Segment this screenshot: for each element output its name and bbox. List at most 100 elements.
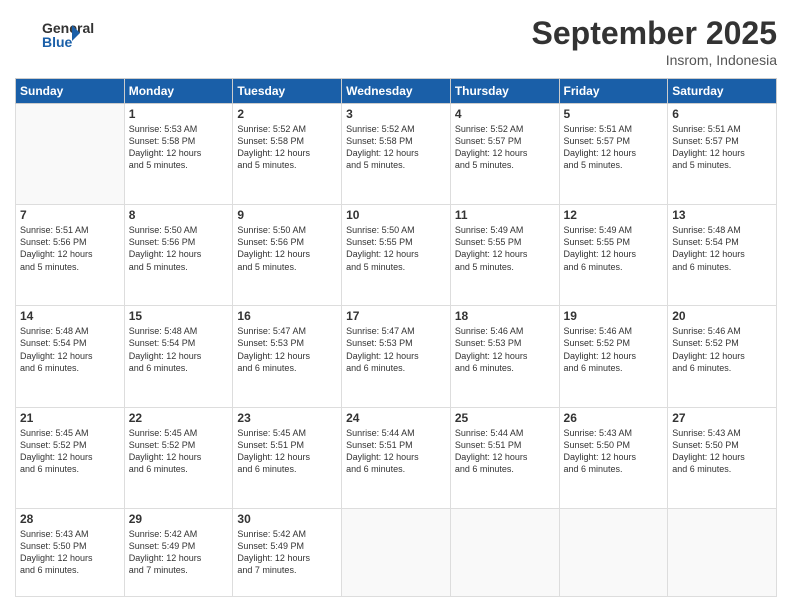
cell-info: Sunrise: 5:45 AM Sunset: 5:51 PM Dayligh… — [237, 427, 337, 476]
cell-info: Sunrise: 5:52 AM Sunset: 5:58 PM Dayligh… — [346, 123, 446, 172]
header: General Blue September 2025 Insrom, Indo… — [15, 15, 777, 68]
cell-day-number: 12 — [564, 208, 664, 222]
calendar-week-row: 28 Sunrise: 5:43 AM Sunset: 5:50 PM Dayli… — [16, 508, 777, 596]
logo: General Blue — [15, 15, 105, 55]
cell-day-number: 16 — [237, 309, 337, 323]
calendar-cell: 3 Sunrise: 5:52 AM Sunset: 5:58 PM Daylig… — [342, 104, 451, 205]
cell-info: Sunrise: 5:50 AM Sunset: 5:55 PM Dayligh… — [346, 224, 446, 273]
cell-info: Sunrise: 5:53 AM Sunset: 5:58 PM Dayligh… — [129, 123, 229, 172]
weekday-header: Monday — [124, 79, 233, 104]
cell-day-number: 7 — [20, 208, 120, 222]
calendar-cell: 9 Sunrise: 5:50 AM Sunset: 5:56 PM Daylig… — [233, 205, 342, 306]
calendar-cell — [668, 508, 777, 596]
calendar-week-row: 1 Sunrise: 5:53 AM Sunset: 5:58 PM Daylig… — [16, 104, 777, 205]
cell-info: Sunrise: 5:48 AM Sunset: 5:54 PM Dayligh… — [672, 224, 772, 273]
calendar-cell: 24 Sunrise: 5:44 AM Sunset: 5:51 PM Dayli… — [342, 407, 451, 508]
cell-info: Sunrise: 5:45 AM Sunset: 5:52 PM Dayligh… — [129, 427, 229, 476]
cell-day-number: 21 — [20, 411, 120, 425]
calendar-cell — [450, 508, 559, 596]
calendar-cell: 6 Sunrise: 5:51 AM Sunset: 5:57 PM Daylig… — [668, 104, 777, 205]
weekday-header: Thursday — [450, 79, 559, 104]
cell-day-number: 11 — [455, 208, 555, 222]
cell-info: Sunrise: 5:51 AM Sunset: 5:56 PM Dayligh… — [20, 224, 120, 273]
cell-day-number: 6 — [672, 107, 772, 121]
cell-info: Sunrise: 5:52 AM Sunset: 5:58 PM Dayligh… — [237, 123, 337, 172]
cell-info: Sunrise: 5:43 AM Sunset: 5:50 PM Dayligh… — [564, 427, 664, 476]
calendar-week-row: 14 Sunrise: 5:48 AM Sunset: 5:54 PM Dayli… — [16, 306, 777, 407]
cell-info: Sunrise: 5:42 AM Sunset: 5:49 PM Dayligh… — [129, 528, 229, 577]
month-title: September 2025 — [532, 15, 777, 52]
cell-info: Sunrise: 5:45 AM Sunset: 5:52 PM Dayligh… — [20, 427, 120, 476]
cell-info: Sunrise: 5:47 AM Sunset: 5:53 PM Dayligh… — [346, 325, 446, 374]
calendar-cell: 8Sunrise: 5:50 AM Sunset: 5:56 PM Daylig… — [124, 205, 233, 306]
cell-day-number: 18 — [455, 309, 555, 323]
calendar-cell: 14 Sunrise: 5:48 AM Sunset: 5:54 PM Dayli… — [16, 306, 125, 407]
calendar-cell: 26 Sunrise: 5:43 AM Sunset: 5:50 PM Dayli… — [559, 407, 668, 508]
calendar-cell: 12 Sunrise: 5:49 AM Sunset: 5:55 PM Dayli… — [559, 205, 668, 306]
cell-info: Sunrise: 5:46 AM Sunset: 5:52 PM Dayligh… — [564, 325, 664, 374]
calendar-cell: 1 Sunrise: 5:53 AM Sunset: 5:58 PM Daylig… — [124, 104, 233, 205]
calendar-week-row: 21 Sunrise: 5:45 AM Sunset: 5:52 PM Dayli… — [16, 407, 777, 508]
cell-info: Sunrise: 5:44 AM Sunset: 5:51 PM Dayligh… — [455, 427, 555, 476]
cell-info: Sunrise: 5:52 AM Sunset: 5:57 PM Dayligh… — [455, 123, 555, 172]
cell-day-number: 5 — [564, 107, 664, 121]
cell-day-number: 14 — [20, 309, 120, 323]
page: General Blue September 2025 Insrom, Indo… — [0, 0, 792, 612]
cell-day-number: 27 — [672, 411, 772, 425]
cell-info: Sunrise: 5:44 AM Sunset: 5:51 PM Dayligh… — [346, 427, 446, 476]
cell-day-number: 3 — [346, 107, 446, 121]
cell-day-number: 23 — [237, 411, 337, 425]
calendar-cell: 29Sunrise: 5:42 AM Sunset: 5:49 PM Dayli… — [124, 508, 233, 596]
cell-info: Sunrise: 5:47 AM Sunset: 5:53 PM Dayligh… — [237, 325, 337, 374]
svg-text:Blue: Blue — [42, 34, 73, 50]
title-area: September 2025 Insrom, Indonesia — [532, 15, 777, 68]
cell-info: Sunrise: 5:50 AM Sunset: 5:56 PM Dayligh… — [237, 224, 337, 273]
cell-info: Sunrise: 5:48 AM Sunset: 5:54 PM Dayligh… — [20, 325, 120, 374]
cell-day-number: 20 — [672, 309, 772, 323]
cell-day-number: 19 — [564, 309, 664, 323]
cell-day-number: 17 — [346, 309, 446, 323]
weekday-header: Saturday — [668, 79, 777, 104]
cell-info: Sunrise: 5:49 AM Sunset: 5:55 PM Dayligh… — [455, 224, 555, 273]
cell-day-number: 15 — [129, 309, 229, 323]
calendar-cell: 30Sunrise: 5:42 AM Sunset: 5:49 PM Dayli… — [233, 508, 342, 596]
calendar-cell: 4 Sunrise: 5:52 AM Sunset: 5:57 PM Daylig… — [450, 104, 559, 205]
cell-info: Sunrise: 5:43 AM Sunset: 5:50 PM Dayligh… — [20, 528, 120, 577]
calendar-cell — [342, 508, 451, 596]
cell-day-number: 26 — [564, 411, 664, 425]
calendar-cell: 28 Sunrise: 5:43 AM Sunset: 5:50 PM Dayli… — [16, 508, 125, 596]
calendar-cell — [16, 104, 125, 205]
cell-info: Sunrise: 5:43 AM Sunset: 5:50 PM Dayligh… — [672, 427, 772, 476]
calendar-table: SundayMondayTuesdayWednesdayThursdayFrid… — [15, 78, 777, 597]
calendar-cell: 25Sunrise: 5:44 AM Sunset: 5:51 PM Dayli… — [450, 407, 559, 508]
cell-day-number: 10 — [346, 208, 446, 222]
cell-day-number: 28 — [20, 512, 120, 526]
cell-day-number: 1 — [129, 107, 229, 121]
calendar-cell: 11 Sunrise: 5:49 AM Sunset: 5:55 PM Dayli… — [450, 205, 559, 306]
cell-info: Sunrise: 5:49 AM Sunset: 5:55 PM Dayligh… — [564, 224, 664, 273]
calendar-cell: 23 Sunrise: 5:45 AM Sunset: 5:51 PM Dayli… — [233, 407, 342, 508]
calendar-cell: 15 Sunrise: 5:48 AM Sunset: 5:54 PM Dayli… — [124, 306, 233, 407]
calendar-cell: 22Sunrise: 5:45 AM Sunset: 5:52 PM Dayli… — [124, 407, 233, 508]
weekday-header: Friday — [559, 79, 668, 104]
weekday-header: Wednesday — [342, 79, 451, 104]
calendar-cell: 19 Sunrise: 5:46 AM Sunset: 5:52 PM Dayli… — [559, 306, 668, 407]
cell-day-number: 2 — [237, 107, 337, 121]
cell-info: Sunrise: 5:46 AM Sunset: 5:53 PM Dayligh… — [455, 325, 555, 374]
cell-info: Sunrise: 5:46 AM Sunset: 5:52 PM Dayligh… — [672, 325, 772, 374]
cell-info: Sunrise: 5:51 AM Sunset: 5:57 PM Dayligh… — [564, 123, 664, 172]
calendar-cell: 18 Sunrise: 5:46 AM Sunset: 5:53 PM Dayli… — [450, 306, 559, 407]
weekday-header: Sunday — [16, 79, 125, 104]
cell-day-number: 4 — [455, 107, 555, 121]
cell-day-number: 24 — [346, 411, 446, 425]
calendar-cell: 7 Sunrise: 5:51 AM Sunset: 5:56 PM Daylig… — [16, 205, 125, 306]
cell-info: Sunrise: 5:51 AM Sunset: 5:57 PM Dayligh… — [672, 123, 772, 172]
calendar-cell: 13Sunrise: 5:48 AM Sunset: 5:54 PM Dayli… — [668, 205, 777, 306]
cell-day-number: 9 — [237, 208, 337, 222]
calendar-cell — [559, 508, 668, 596]
calendar-cell: 27 Sunrise: 5:43 AM Sunset: 5:50 PM Dayli… — [668, 407, 777, 508]
weekday-header-row: SundayMondayTuesdayWednesdayThursdayFrid… — [16, 79, 777, 104]
cell-day-number: 8 — [129, 208, 229, 222]
calendar-cell: 17 Sunrise: 5:47 AM Sunset: 5:53 PM Dayli… — [342, 306, 451, 407]
cell-info: Sunrise: 5:48 AM Sunset: 5:54 PM Dayligh… — [129, 325, 229, 374]
